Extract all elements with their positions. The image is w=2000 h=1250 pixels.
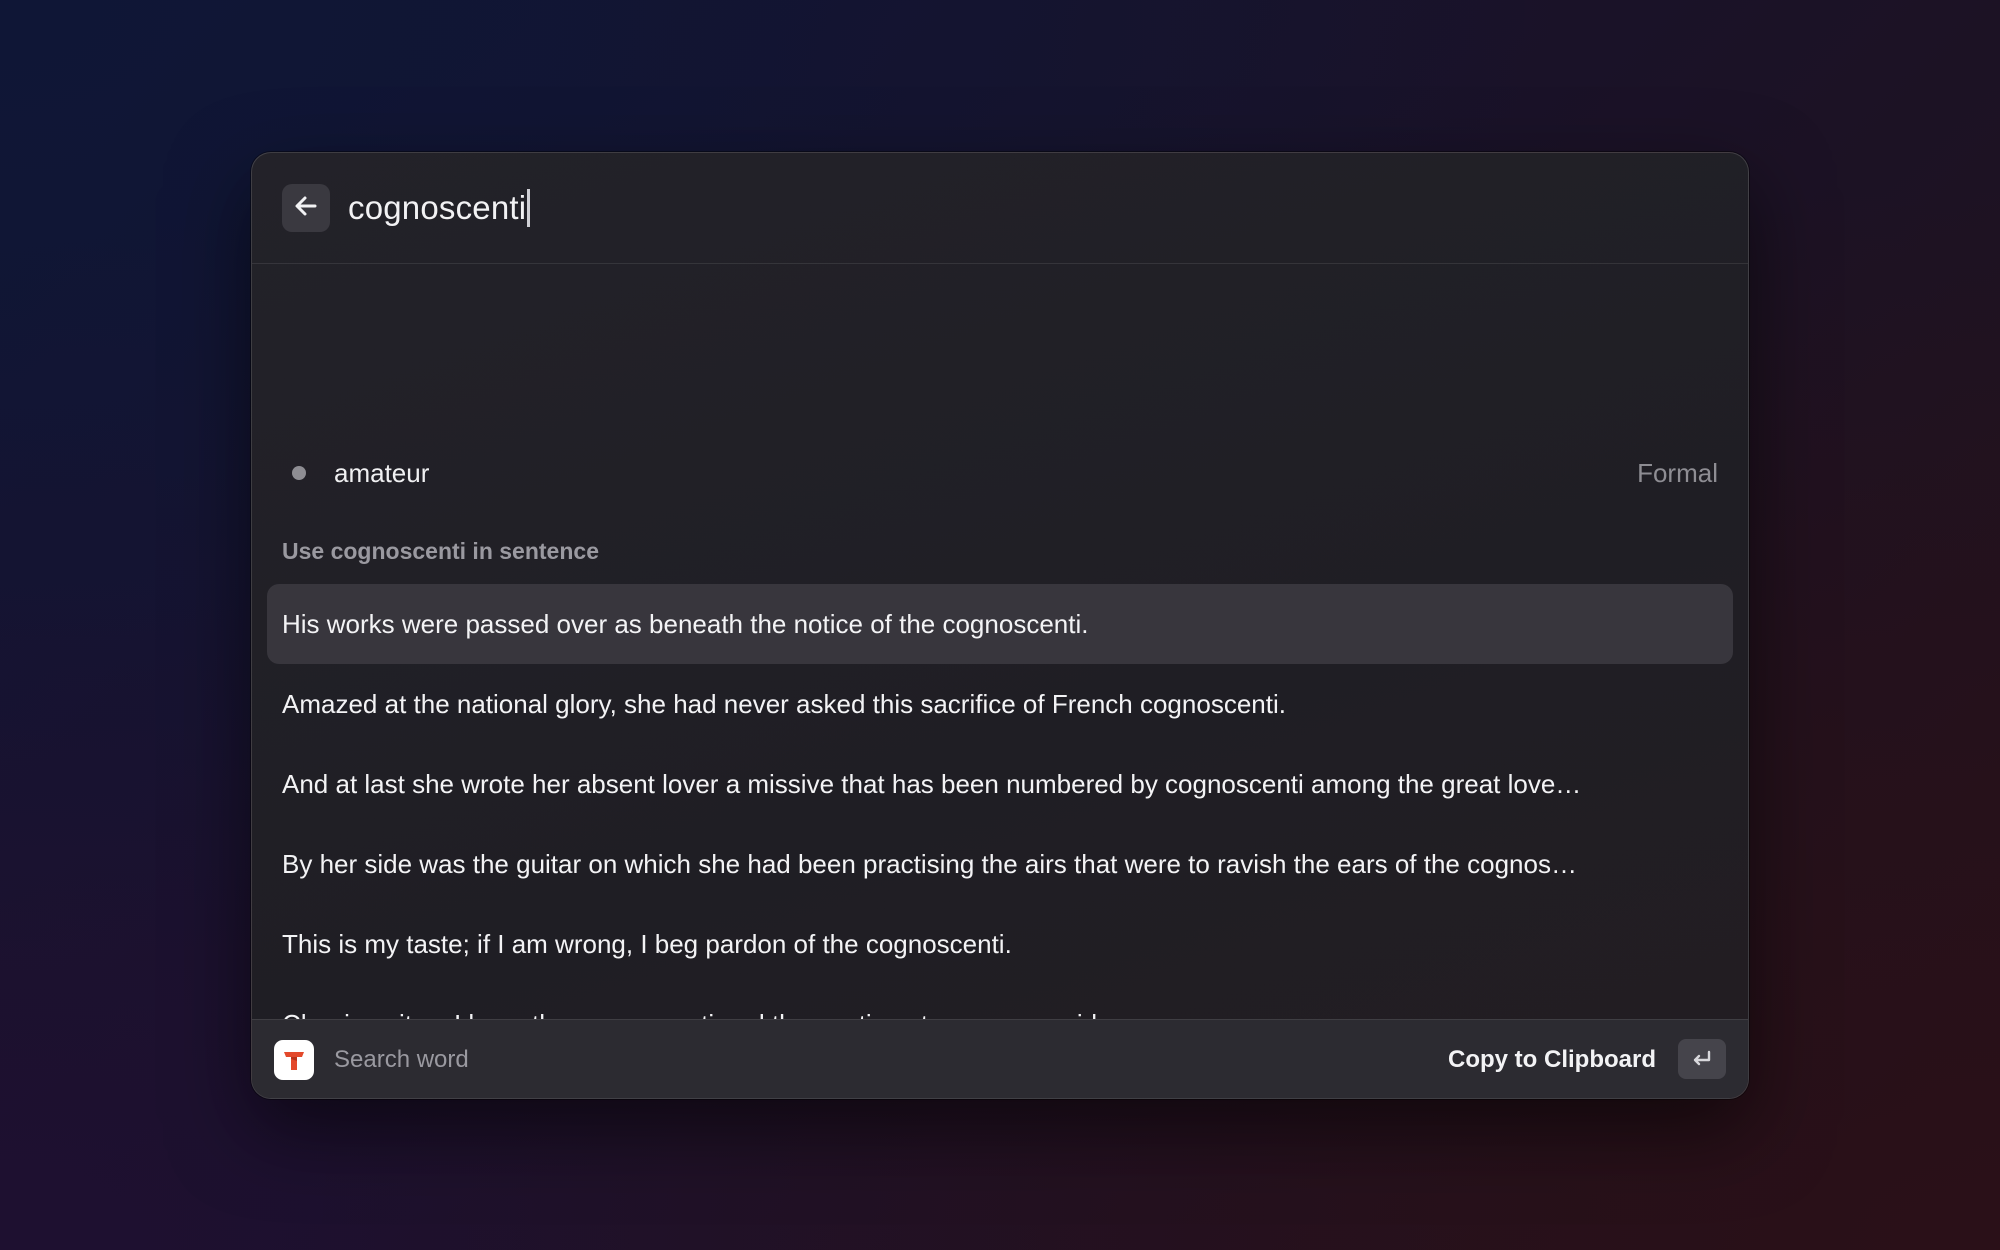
- sentence-item[interactable]: This is my taste; if I am wrong, I beg p…: [267, 904, 1733, 984]
- footer-bar: Search word Copy to Clipboard: [252, 1019, 1748, 1098]
- search-word-label[interactable]: Search word: [334, 1020, 469, 1098]
- copy-to-clipboard-button[interactable]: Copy to Clipboard: [1448, 1020, 1656, 1098]
- section-title: Use cognoscenti in sentence: [282, 538, 599, 564]
- search-input[interactable]: cognoscenti: [348, 183, 531, 233]
- synonym-label: amateur: [334, 457, 430, 488]
- thesaurus-window: cognoscenti amateur Formal Use cognoscen…: [251, 152, 1749, 1099]
- search-bar: cognoscenti: [252, 153, 1748, 264]
- sentence-item[interactable]: By her side was the guitar on which she …: [267, 824, 1733, 904]
- return-key-icon[interactable]: [1678, 1039, 1726, 1079]
- arrow-left-icon: [292, 192, 320, 225]
- bullet-icon: [292, 466, 306, 480]
- sentence-item[interactable]: Amazed at the national glory, she had ne…: [267, 664, 1733, 744]
- sentence-item[interactable]: His works were passed over as beneath th…: [267, 584, 1733, 664]
- sentence-item[interactable]: And at last she wrote her absent lover a…: [267, 744, 1733, 824]
- synonym-tag: Formal: [1637, 457, 1718, 488]
- thesaurus-app-icon: [274, 1040, 314, 1080]
- synonym-item[interactable]: amateur Formal: [282, 443, 1718, 503]
- back-button[interactable]: [282, 184, 330, 232]
- search-query: cognoscenti: [348, 189, 527, 226]
- text-caret: [527, 189, 531, 227]
